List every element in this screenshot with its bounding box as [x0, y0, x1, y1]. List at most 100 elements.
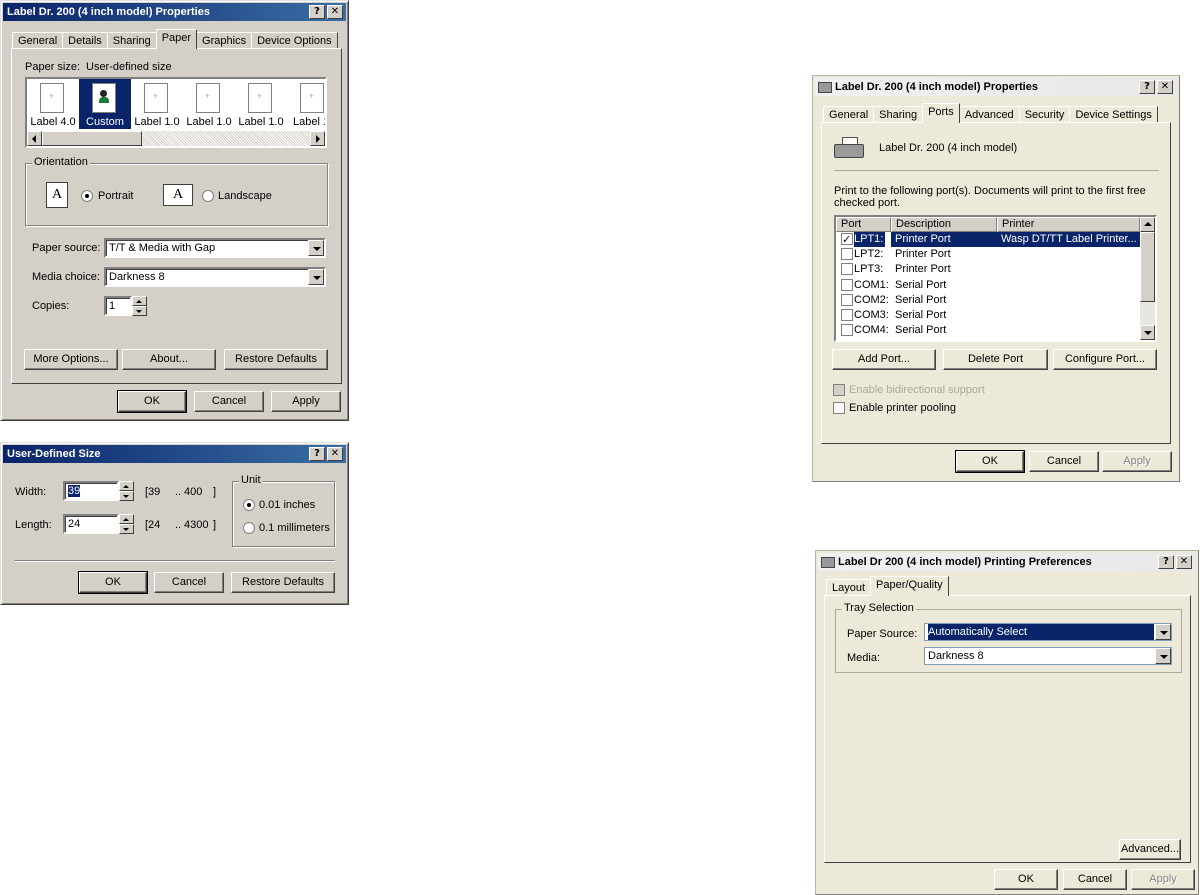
- configure-port-button[interactable]: Configure Port...: [1053, 349, 1157, 370]
- cancel-button[interactable]: Cancel: [154, 572, 224, 593]
- port-row[interactable]: COM1: Serial Port: [836, 278, 1140, 293]
- unit-mm-label[interactable]: 0.1 millimeters: [259, 522, 330, 534]
- help-button[interactable]: ?: [309, 447, 325, 461]
- close-button[interactable]: ✕: [1157, 80, 1173, 94]
- paper-item[interactable]: Label 1: [287, 79, 325, 129]
- tab-general[interactable]: General: [12, 32, 64, 49]
- portrait-radio[interactable]: [81, 190, 93, 202]
- scroll-up-icon[interactable]: [1140, 217, 1155, 232]
- scroll-thumb[interactable]: [1140, 232, 1155, 302]
- about-button[interactable]: About...: [122, 349, 216, 370]
- port-row[interactable]: LPT3: Printer Port: [836, 262, 1140, 277]
- cancel-button[interactable]: Cancel: [1029, 451, 1099, 472]
- vertical-scrollbar[interactable]: [1140, 217, 1155, 340]
- restore-defaults-button[interactable]: Restore Defaults: [224, 349, 328, 370]
- media-choice-dropdown[interactable]: Darkness 8: [104, 267, 326, 287]
- length-stepper[interactable]: [119, 514, 134, 534]
- chevron-down-icon[interactable]: [308, 240, 324, 256]
- column-header-printer[interactable]: Printer: [997, 217, 1140, 232]
- spin-up-icon[interactable]: [132, 296, 147, 306]
- port-row[interactable]: LPT1: Printer Port Wasp DT/TT Label Prin…: [836, 232, 1140, 247]
- width-stepper[interactable]: [119, 481, 134, 501]
- chevron-down-icon[interactable]: [308, 269, 324, 285]
- chevron-down-icon[interactable]: [1155, 624, 1171, 640]
- landscape-label[interactable]: Landscape: [218, 190, 272, 202]
- help-button[interactable]: ?: [1139, 80, 1155, 94]
- copies-input[interactable]: 1: [104, 296, 132, 316]
- port-row[interactable]: LPT2: Printer Port: [836, 247, 1140, 262]
- tab-general[interactable]: General: [823, 106, 875, 123]
- landscape-radio[interactable]: [202, 190, 214, 202]
- ok-button[interactable]: OK: [78, 571, 148, 594]
- port-row[interactable]: COM3: Serial Port: [836, 308, 1140, 323]
- apply-button[interactable]: Apply: [1131, 869, 1195, 890]
- port-checkbox[interactable]: [841, 248, 853, 260]
- port-checkbox[interactable]: [841, 279, 853, 291]
- tab-details[interactable]: Details: [62, 32, 108, 49]
- tab-ports[interactable]: Ports: [922, 103, 960, 123]
- copies-stepper[interactable]: [132, 296, 147, 316]
- port-checkbox[interactable]: [841, 309, 853, 321]
- spin-up-icon[interactable]: [119, 514, 134, 524]
- pooling-checkbox[interactable]: [833, 402, 845, 414]
- ok-button[interactable]: OK: [955, 450, 1025, 473]
- add-port-button[interactable]: Add Port...: [832, 349, 936, 370]
- unit-inches-label[interactable]: 0.01 inches: [259, 499, 315, 511]
- paper-source-dropdown[interactable]: Automatically Select: [924, 623, 1172, 641]
- paper-size-list[interactable]: Label 4.0 Custom Label 1.0 Label 1.0: [25, 77, 327, 148]
- horizontal-scrollbar[interactable]: [27, 131, 325, 146]
- column-header-description[interactable]: Description: [891, 217, 997, 232]
- advanced-button[interactable]: Advanced...: [1119, 839, 1181, 860]
- ok-button[interactable]: OK: [117, 390, 187, 413]
- chevron-down-icon[interactable]: [1155, 648, 1171, 664]
- scroll-down-icon[interactable]: [1140, 325, 1155, 340]
- spin-down-icon[interactable]: [119, 491, 134, 501]
- close-button[interactable]: ✕: [327, 5, 343, 19]
- media-dropdown[interactable]: Darkness 8: [924, 647, 1172, 665]
- tab-security[interactable]: Security: [1018, 106, 1071, 123]
- tab-sharing[interactable]: Sharing: [873, 106, 924, 123]
- scroll-right-icon[interactable]: [310, 131, 325, 146]
- ok-button[interactable]: OK: [994, 869, 1058, 890]
- tab-paper[interactable]: Paper: [155, 29, 198, 49]
- tab-advanced[interactable]: Advanced: [958, 106, 1020, 123]
- scroll-thumb[interactable]: [42, 131, 142, 146]
- width-input[interactable]: 39: [63, 481, 119, 501]
- apply-button[interactable]: Apply: [1102, 451, 1172, 472]
- spin-down-icon[interactable]: [132, 306, 147, 316]
- close-button[interactable]: ✕: [327, 447, 343, 461]
- paper-item[interactable]: Label 4.0: [27, 79, 79, 129]
- tab-layout[interactable]: Layout: [826, 579, 872, 596]
- spin-up-icon[interactable]: [119, 481, 134, 491]
- bidirectional-checkbox[interactable]: [833, 384, 845, 396]
- paper-source-dropdown[interactable]: T/T & Media with Gap: [104, 238, 326, 258]
- column-header-port[interactable]: Port: [836, 217, 891, 232]
- port-checkbox[interactable]: [841, 324, 853, 336]
- port-checkbox[interactable]: [841, 232, 853, 247]
- portrait-label[interactable]: Portrait: [98, 190, 133, 202]
- port-row[interactable]: COM4: Serial Port: [836, 323, 1140, 338]
- tab-paper-quality[interactable]: Paper/Quality: [870, 576, 949, 596]
- apply-button[interactable]: Apply: [271, 391, 341, 412]
- ports-list[interactable]: Port Description Printer LPT1: Printer P…: [834, 215, 1157, 342]
- tab-sharing[interactable]: Sharing: [106, 32, 157, 49]
- port-row[interactable]: COM2: Serial Port: [836, 293, 1140, 308]
- help-button[interactable]: ?: [1158, 555, 1174, 569]
- delete-port-button[interactable]: Delete Port: [943, 349, 1048, 370]
- unit-mm-radio[interactable]: [243, 522, 255, 534]
- paper-item[interactable]: Label 1.0: [183, 79, 235, 129]
- tab-device-settings[interactable]: Device Settings: [1069, 106, 1158, 123]
- paper-item[interactable]: Label 1.0: [131, 79, 183, 129]
- help-button[interactable]: ?: [309, 5, 325, 19]
- close-button[interactable]: ✕: [1176, 555, 1192, 569]
- length-input[interactable]: 24: [63, 514, 119, 534]
- more-options-button[interactable]: More Options...: [24, 349, 118, 370]
- pooling-label[interactable]: Enable printer pooling: [849, 402, 956, 414]
- restore-defaults-button[interactable]: Restore Defaults: [231, 572, 335, 593]
- cancel-button[interactable]: Cancel: [194, 391, 264, 412]
- paper-item-custom-selected[interactable]: Custom: [79, 79, 131, 129]
- scroll-left-icon[interactable]: [27, 131, 42, 146]
- spin-down-icon[interactable]: [119, 524, 134, 534]
- unit-inches-radio[interactable]: [243, 499, 255, 511]
- port-checkbox[interactable]: [841, 263, 853, 275]
